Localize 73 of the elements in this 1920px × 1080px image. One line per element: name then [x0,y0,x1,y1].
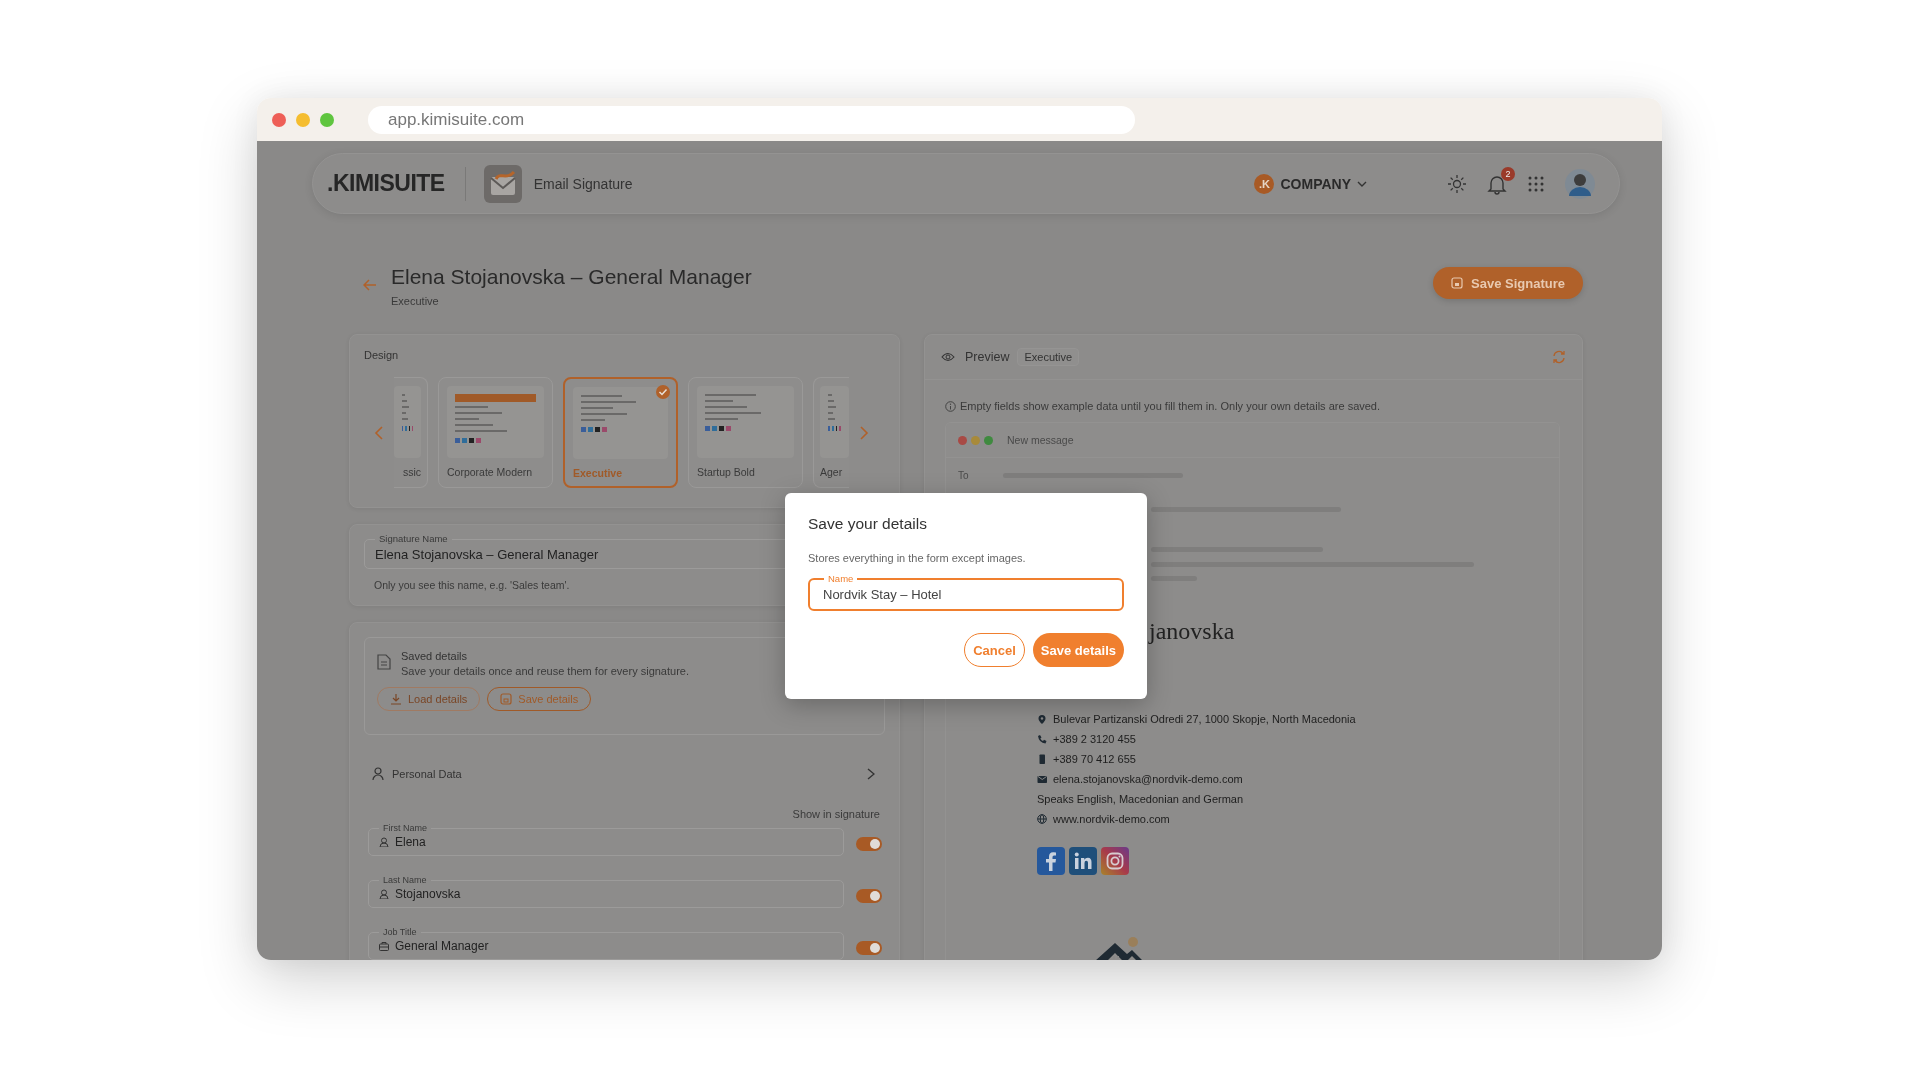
field-label: Name [824,573,858,584]
field-label: Job Title [379,927,421,938]
chevron-right-icon[interactable] [867,767,875,780]
signature-name: janovska [1149,618,1235,645]
person-icon [379,889,389,899]
company-badge: .K [1254,173,1275,194]
sun-icon[interactable] [1447,173,1467,194]
notification-badge: 2 [1501,166,1515,181]
linkedin-icon[interactable] [1069,847,1097,875]
checkmark-icon [656,385,670,399]
info-text: Empty fields show example data until you fill them in. Only your own details are saved. [960,400,1381,412]
field-label: Last Name [379,875,431,886]
eye-icon [941,352,955,362]
section-label: Design [364,349,400,361]
apps-grid-icon[interactable] [1527,174,1545,193]
template-card[interactable]: Ager [813,377,849,488]
person-icon [372,767,384,780]
app-title: Email Signature [533,175,633,192]
page-subtitle: Executive [391,295,440,307]
field-label: Signature Name [375,533,452,545]
template-thumbnail [394,386,421,458]
email-window-title: New message [1007,434,1074,446]
column-label: Show in signature [791,808,880,820]
saved-details-description: Save your details once and reuse them for every signature. [401,665,689,677]
cancel-button[interactable]: Cancel [964,633,1025,667]
saved-details-title: Saved details [401,650,469,662]
instagram-icon[interactable] [1101,847,1129,875]
template-card[interactable]: Startup Bold [688,377,803,488]
toggle-switch[interactable] [856,941,882,955]
template-card[interactable]: Corporate Modern [438,377,553,488]
contact-text: +389 2 3120 455 [1053,732,1136,747]
envelope-icon [1037,774,1047,784]
globe-icon [1037,814,1047,824]
company-label: COMPANY [1280,175,1351,192]
window-control-icon [320,112,334,127]
window-control-icon [296,112,310,127]
contact-text: elena.stojanovska@nordvik-demo.com [1053,772,1243,787]
avatar-icon[interactable] [1565,168,1595,199]
field-label: To [958,470,969,481]
panel-title: Preview [965,350,1010,364]
logo[interactable]: .KIMISUITE [327,170,445,197]
template-card[interactable]: ssic [394,377,428,488]
company-switcher[interactable]: .K COMPANY [1254,173,1367,194]
dialog-title: Save your details [808,515,928,533]
template-thumbnail [820,386,849,458]
phone-icon [1037,734,1047,744]
url-text: app.kimisuite.com [388,109,525,130]
window-control-icon [272,112,286,127]
toggle-switch[interactable] [856,837,882,851]
save-signature-button[interactable]: Save Signature [1433,267,1583,299]
template-tag: Executive [1017,348,1080,366]
floppy-icon [500,693,513,705]
briefcase-icon [379,941,389,951]
section-title: Personal Data [392,767,462,780]
mobile-phone-icon [1037,754,1047,764]
page-title: Elena Stojanovska – General Manager [391,265,752,289]
contact-text: +389 70 412 655 [1053,752,1136,767]
document-icon [377,654,391,670]
contact-text: Bulevar Partizanski Odredi 27, 1000 Skopje, North Macedonia [1053,712,1356,727]
download-icon [390,693,402,705]
floppy-icon [1451,277,1464,289]
envelope-icon[interactable] [483,164,522,203]
info-icon [945,400,956,412]
save-button[interactable]: Save details [1032,633,1124,667]
facebook-icon[interactable] [1037,847,1065,875]
person-icon [379,837,389,847]
location-pin-icon [1037,714,1047,724]
placeholder-bar [1151,576,1197,581]
contact-text: www.nordvik-demo.com [1053,812,1170,827]
address-bar[interactable]: app.kimisuite.com [368,105,1135,134]
toggle-switch[interactable] [856,889,882,903]
field-label: First Name [379,823,431,834]
contact-text: Speaks English, Macedonian and German [1037,792,1244,807]
